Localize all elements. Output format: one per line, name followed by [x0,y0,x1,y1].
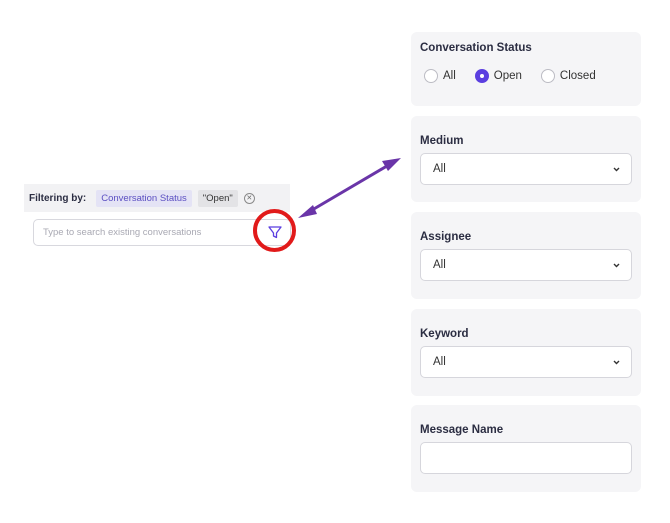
radio-open-label: Open [493,70,522,82]
chevron-down-icon [613,167,620,172]
assignee-panel: Assignee All [411,212,641,299]
medium-select-value: All [433,163,446,175]
radio-all[interactable] [424,69,438,83]
conversation-status-panel: Conversation Status All Open Closed [411,32,641,106]
chevron-down-icon [613,263,620,268]
status-option-all[interactable]: All [424,69,456,83]
keyword-title: Keyword [420,328,469,340]
status-radio-group: All Open Closed [424,69,615,83]
chevron-down-icon [613,360,620,365]
active-filters-bar: Filtering by: Conversation Status "Open"… [24,184,290,212]
assignee-select[interactable]: All [420,249,632,281]
keyword-select-value: All [433,356,446,368]
status-option-open[interactable]: Open [474,69,522,83]
radio-closed-label: Closed [559,70,596,82]
medium-panel: Medium All [411,116,641,202]
conversation-status-title: Conversation Status [420,42,532,54]
radio-open[interactable] [474,69,489,83]
keyword-select[interactable]: All [420,346,632,378]
medium-select[interactable]: All [420,153,632,185]
message-name-title: Message Name [420,424,504,436]
message-name-input[interactable] [420,442,632,474]
highlight-ring [253,209,296,252]
filter-chip-field[interactable]: Conversation Status [96,189,192,207]
assignee-select-value: All [433,259,446,271]
close-circle-icon[interactable]: ✕ [243,192,255,204]
assignee-title: Assignee [420,231,472,243]
radio-all-label: All [443,70,456,82]
keyword-panel: Keyword All [411,309,641,396]
filter-chip-value[interactable]: "Open" [197,189,238,207]
medium-title: Medium [420,135,464,147]
search-placeholder: Type to search existing conversations [43,227,202,238]
radio-closed[interactable] [540,69,555,83]
message-name-panel: Message Name [411,405,641,492]
status-option-closed[interactable]: Closed [540,69,596,83]
filtering-by-label: Filtering by: [29,192,87,204]
